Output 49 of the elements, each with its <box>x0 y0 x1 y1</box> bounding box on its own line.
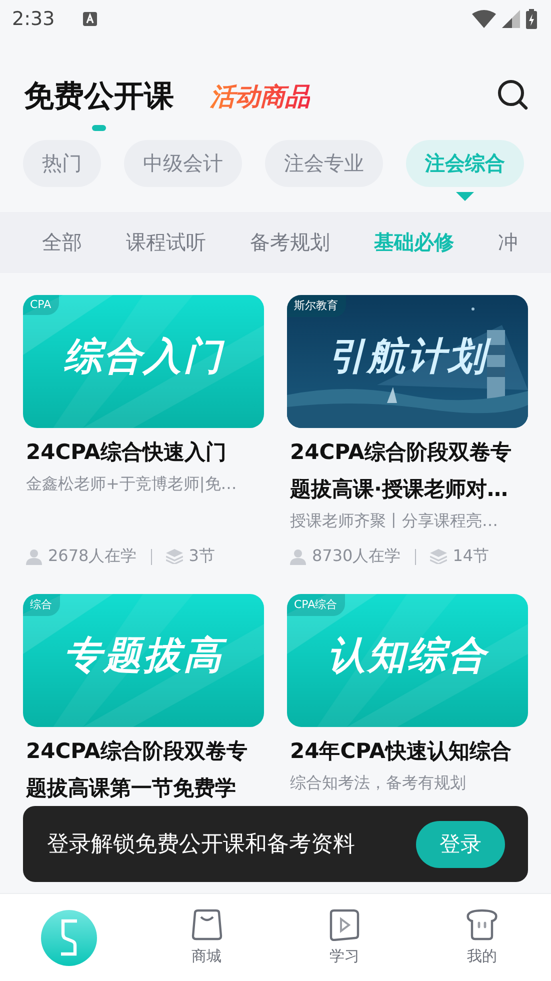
nav-label[interactable]: 学习 <box>329 947 360 966</box>
learner-count: 2678人在学 <box>48 546 137 567</box>
active-indicator <box>92 125 106 131</box>
play-icon[interactable] <box>328 909 360 941</box>
category-chip[interactable]: 注会专业 <box>265 140 383 187</box>
filter-tab[interactable]: 基础必修 <box>374 229 454 256</box>
layers-icon <box>166 549 183 564</box>
course-title[interactable]: 24CPA综合阶段双卷专题拔高课第一节免费学 <box>23 733 264 807</box>
course-subtitle: 金鑫松老师+于竞博老师|免… <box>25 474 238 495</box>
banner-title: 认知综合 <box>326 632 490 679</box>
pointer-icon <box>456 192 474 201</box>
filter-tab[interactable]: 备考规划 <box>250 229 330 256</box>
notification-icon <box>82 12 97 26</box>
banner-message: 登录解锁免费公开课和备考资料 <box>47 831 356 859</box>
filter-tab[interactable]: 全部 <box>42 229 82 256</box>
person-icon <box>290 548 306 564</box>
search-icon[interactable] <box>497 79 529 111</box>
lesson-count: 3节 <box>188 546 215 567</box>
battery-icon <box>526 9 537 29</box>
clock: 2:33 <box>12 8 55 30</box>
category-chip[interactable]: 热门 <box>23 140 101 187</box>
nav-label[interactable]: 商城 <box>192 947 222 966</box>
banner-title: 专题拔高 <box>23 630 264 681</box>
filter-tab[interactable]: 冲 <box>498 229 518 256</box>
tag-label: CPA综合 <box>287 594 346 616</box>
learner-count: 8730人在学 <box>312 546 401 567</box>
wifi-icon <box>472 10 496 28</box>
course-title[interactable]: 24CPA综合快速入门 <box>23 434 264 471</box>
nav-label[interactable]: 我的 <box>467 947 498 966</box>
lesson-count: 14节 <box>452 546 490 567</box>
signal-icon <box>502 10 520 28</box>
filter-tab[interactable]: 课程试听 <box>126 229 206 256</box>
section-tab[interactable]: 免费公开课 <box>24 76 174 117</box>
tag-label: 斯尔教育 <box>287 295 346 317</box>
banner-title: 引航计划 <box>287 331 528 382</box>
layers-icon <box>430 549 447 564</box>
person-icon <box>26 548 42 564</box>
tag-label: 综合 <box>23 594 60 616</box>
course-subtitle: 综合知考法，备考有规划 <box>289 773 467 794</box>
tag-label: CPA <box>23 295 60 315</box>
category-chip[interactable]: 注会综合 <box>406 140 524 187</box>
course-title[interactable]: 24年CPA快速认知综合 <box>287 733 528 770</box>
category-chip[interactable]: 中级会计 <box>124 140 242 187</box>
login-button[interactable]: 登录 <box>416 820 505 868</box>
bag-icon[interactable] <box>190 909 223 941</box>
toast-icon[interactable] <box>466 909 498 941</box>
banner-title: 综合入门 <box>62 333 226 380</box>
course-subtitle: 授课老师齐聚丨分享课程亮… <box>289 511 499 532</box>
course-title[interactable]: 24CPA综合阶段双卷专题拔高课·授课老师对… <box>287 434 528 508</box>
